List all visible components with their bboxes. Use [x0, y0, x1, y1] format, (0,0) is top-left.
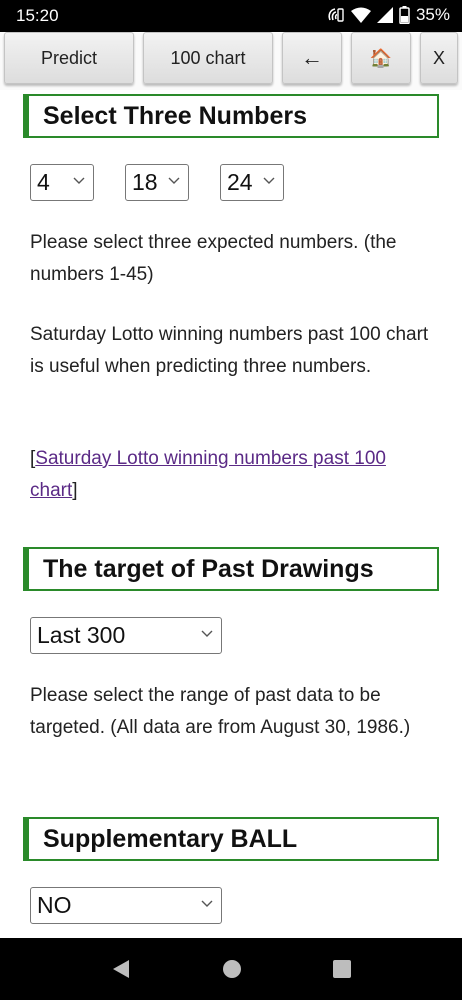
- number-select-1[interactable]: 4: [30, 164, 94, 201]
- battery-icon: [399, 6, 410, 24]
- chart-link-paragraph: [Saturday Lotto winning numbers past 100…: [30, 443, 435, 507]
- chevron-down-icon: [168, 177, 180, 184]
- link-bracket-close: ]: [72, 480, 78, 501]
- status-icons: 35%: [327, 5, 450, 25]
- number-select-2-value: 18: [132, 169, 158, 195]
- signal-icon: [376, 7, 393, 23]
- three-numbers-description: Please select three expected numbers. (t…: [30, 232, 397, 285]
- home-button[interactable]: 🏠: [351, 32, 411, 84]
- back-button[interactable]: ←: [282, 32, 342, 84]
- predict-button[interactable]: Predict: [4, 32, 134, 84]
- chart-tip-text: Saturday Lotto winning numbers past 100 …: [30, 324, 429, 377]
- nav-recents-icon[interactable]: [333, 960, 351, 978]
- status-bar: 15:20 35%: [0, 0, 462, 32]
- chevron-down-icon: [201, 630, 213, 637]
- nav-back-icon[interactable]: [111, 959, 131, 979]
- toolbar: Predict 100 chart ← 🏠 X: [0, 32, 462, 90]
- number-select-1-value: 4: [37, 169, 50, 195]
- number-select-3[interactable]: 24: [220, 164, 284, 201]
- past-range-description: Please select the range of past data to …: [30, 685, 411, 738]
- nav-home-icon[interactable]: [222, 959, 242, 979]
- number-select-2[interactable]: 18: [125, 164, 189, 201]
- chevron-down-icon: [201, 900, 213, 907]
- heading-select-three-numbers: Select Three Numbers: [23, 94, 439, 138]
- heading-supplementary-ball: Supplementary BALL: [23, 817, 439, 861]
- past-range-select[interactable]: Last 300: [30, 617, 222, 654]
- chevron-down-icon: [263, 177, 275, 184]
- heading-past-drawings: The target of Past Drawings: [23, 547, 439, 591]
- past-range-select-value: Last 300: [37, 622, 126, 648]
- nfc-icon: [328, 8, 344, 22]
- chevron-down-icon: [73, 177, 85, 184]
- battery-percent: 35%: [415, 5, 450, 24]
- close-button[interactable]: X: [420, 32, 458, 84]
- wifi-icon: [350, 7, 371, 23]
- status-time: 15:20: [16, 6, 59, 25]
- number-select-3-value: 24: [227, 169, 253, 195]
- supplementary-ball-select[interactable]: NO: [30, 887, 222, 924]
- 100-chart-button[interactable]: 100 chart: [143, 32, 273, 84]
- supplementary-ball-select-value: NO: [37, 892, 72, 918]
- navigation-bar: [0, 938, 462, 1000]
- saturday-lotto-chart-link[interactable]: Saturday Lotto winning numbers past 100 …: [30, 448, 386, 501]
